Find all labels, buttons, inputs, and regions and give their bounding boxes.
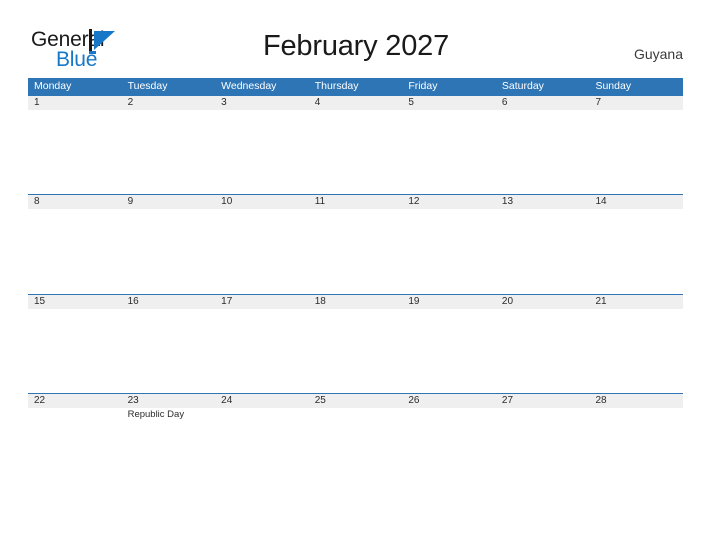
day-cell[interactable]: 9: [121, 195, 216, 294]
weekday-header-saturday: Saturday: [501, 80, 544, 92]
weekday-header-wednesday: Wednesday: [221, 80, 277, 92]
day-cell[interactable]: 27: [495, 394, 590, 493]
day-cell[interactable]: 5: [402, 96, 496, 195]
weekday-header-friday: Friday: [408, 80, 438, 92]
day-number: 2: [127, 97, 134, 108]
page-title: February 2027: [262, 30, 449, 62]
day-event: Republic Day: [127, 409, 185, 421]
day-cell[interactable]: 22: [28, 394, 122, 493]
calendar-week-row: 22 23 Republic Day 24 25 26 27 28: [28, 393, 684, 493]
day-number: 1: [34, 97, 40, 108]
day-number: 8: [34, 196, 40, 208]
calendar-week-row: 15 16 17 18 19 20 21: [28, 293, 684, 394]
day-cell[interactable]: 7: [589, 96, 684, 195]
day-cell[interactable]: 12: [402, 195, 496, 294]
weekday-header-sunday: Sunday: [595, 80, 632, 92]
day-cell[interactable]: 25: [308, 394, 403, 493]
day-cell[interactable]: 17: [215, 294, 309, 394]
day-cell[interactable]: 18: [308, 294, 403, 394]
day-cell[interactable]: 20: [495, 294, 590, 394]
day-number: 13: [501, 196, 514, 208]
day-cell[interactable]: 11: [308, 195, 403, 294]
day-cell[interactable]: 4: [308, 96, 403, 195]
day-number: 11: [314, 196, 326, 208]
day-number: 20: [501, 295, 514, 307]
day-number: 3: [221, 97, 227, 108]
day-cell[interactable]: 26: [402, 394, 496, 493]
weekday-header-row: Monday Tuesday Wednesday Thursday Friday…: [28, 78, 683, 95]
day-number: 23: [127, 395, 139, 407]
page-header: General Blue February 2027 Guyana: [0, 0, 712, 78]
weekday-header-monday: Monday: [34, 80, 72, 92]
day-number: 16: [127, 295, 139, 307]
day-cell[interactable]: 21: [589, 294, 684, 394]
day-cell[interactable]: 3: [215, 96, 309, 195]
day-cell[interactable]: 1: [28, 96, 122, 195]
day-cell[interactable]: 10: [215, 195, 309, 294]
day-number: 14: [595, 196, 607, 208]
day-cell[interactable]: 28: [589, 394, 684, 493]
calendar-page: General Blue February 2027 Guyana Monday…: [0, 0, 712, 550]
day-number: 17: [221, 295, 233, 307]
day-cell[interactable]: 16: [121, 294, 216, 394]
day-number: 4: [314, 97, 321, 108]
day-cell[interactable]: 13: [495, 195, 590, 294]
day-number: 21: [595, 295, 607, 307]
day-number: 5: [408, 97, 414, 108]
day-number: 28: [595, 395, 607, 407]
day-number: 9: [127, 196, 134, 208]
day-number: 15: [34, 295, 46, 307]
calendar-week-row: 1 2 3 4 5 6 7: [28, 95, 684, 195]
day-cell[interactable]: 24: [215, 394, 309, 493]
day-number: 19: [408, 295, 420, 307]
day-number: 18: [314, 295, 326, 307]
calendar-grid: Monday Tuesday Wednesday Thursday Friday…: [28, 78, 684, 493]
day-number: 22: [34, 395, 46, 407]
day-number: 10: [221, 196, 233, 208]
country-label: Guyana: [633, 46, 683, 62]
day-cell[interactable]: 6: [495, 96, 590, 195]
day-number: 12: [408, 196, 420, 208]
day-cell[interactable]: 23 Republic Day: [121, 394, 216, 493]
day-cell[interactable]: 14: [589, 195, 684, 294]
day-cell[interactable]: 19: [402, 294, 496, 394]
day-number: 7: [595, 97, 602, 108]
day-number: 27: [501, 395, 514, 407]
weekday-header-thursday: Thursday: [314, 80, 359, 92]
day-number: 26: [408, 395, 420, 407]
day-cell[interactable]: 8: [28, 195, 122, 294]
day-cell[interactable]: 2: [121, 96, 216, 195]
day-cell[interactable]: 15: [28, 294, 122, 394]
weekday-header-tuesday: Tuesday: [127, 80, 168, 92]
day-number: 25: [314, 395, 326, 407]
day-number: 24: [221, 395, 233, 407]
calendar-week-row: 8 9 10 11 12 13 14: [28, 194, 684, 294]
day-number: 6: [501, 97, 508, 108]
